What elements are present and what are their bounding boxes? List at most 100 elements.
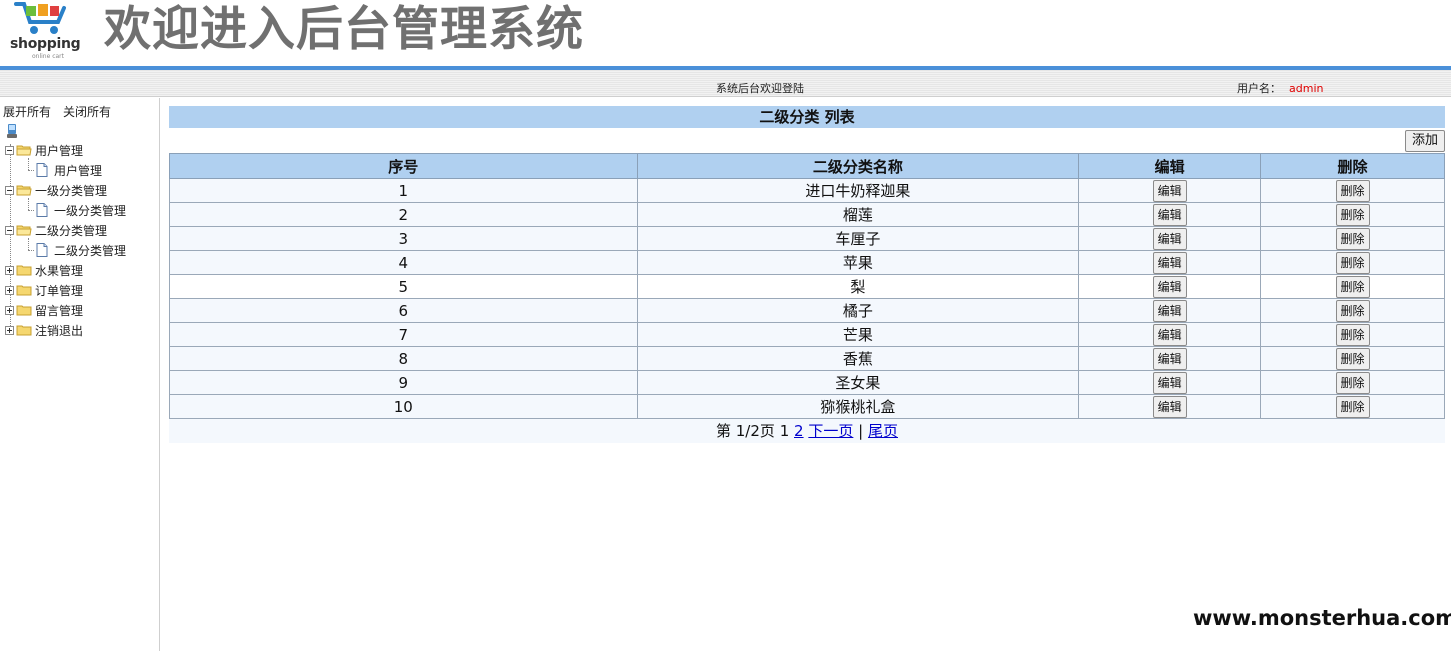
- sidebar-tree: 展开所有关闭所有 用户管理 用户管理 一级分类管理 一级分类管理 二级分类管理: [0, 98, 160, 651]
- expand-toggle-icon[interactable]: [5, 305, 14, 315]
- cell-edit: 编辑: [1078, 322, 1262, 347]
- cell-name: 苹果: [636, 250, 1080, 275]
- table-row: 10 猕猴桃礼盒 编辑 删除: [169, 394, 1445, 419]
- cell-name: 圣女果: [636, 370, 1080, 395]
- edit-button[interactable]: 编辑: [1152, 347, 1187, 370]
- cell-delete: 删除: [1260, 274, 1445, 299]
- collapse-toggle-icon[interactable]: [5, 185, 14, 195]
- table-row: 6 橘子 编辑 删除: [169, 298, 1445, 323]
- cell-delete: 删除: [1260, 250, 1445, 275]
- collapse-all-link[interactable]: 关闭所有: [63, 105, 111, 119]
- folder-icon: [16, 325, 32, 336]
- expand-toggle-icon[interactable]: [5, 285, 14, 295]
- sidebar-subitem-category-l1[interactable]: 一级分类管理: [28, 201, 126, 219]
- page-info: 第 1/2页: [715, 422, 775, 440]
- sidebar-subitem-category-l2[interactable]: 二级分类管理: [28, 241, 126, 259]
- cell-delete: 删除: [1260, 346, 1445, 371]
- folder-open-icon: [16, 185, 32, 196]
- delete-button[interactable]: 删除: [1335, 203, 1370, 226]
- cell-id: 7: [169, 322, 638, 347]
- table-row: 8 香蕉 编辑 删除: [169, 346, 1445, 371]
- cell-id: 2: [169, 202, 638, 227]
- folder-icon: [16, 265, 32, 276]
- sidebar-subitem-label: 用户管理: [54, 163, 103, 178]
- table-row: 2 榴莲 编辑 删除: [169, 202, 1445, 227]
- edit-button[interactable]: 编辑: [1152, 275, 1187, 298]
- edit-button[interactable]: 编辑: [1152, 251, 1187, 274]
- sidebar-item-logout[interactable]: 注销退出: [5, 321, 83, 339]
- edit-button[interactable]: 编辑: [1152, 179, 1187, 202]
- page-icon: [36, 163, 48, 177]
- delete-button[interactable]: 删除: [1335, 179, 1370, 202]
- next-page-link[interactable]: 下一页: [808, 422, 853, 440]
- cell-name: 榴莲: [636, 202, 1080, 227]
- delete-button[interactable]: 删除: [1335, 395, 1370, 418]
- shopping-cart-icon: [14, 1, 66, 34]
- cell-edit: 编辑: [1078, 298, 1262, 323]
- cell-id: 4: [169, 250, 638, 275]
- cell-name: 香蕉: [636, 346, 1080, 371]
- table-row: 5 梨 编辑 删除: [169, 274, 1445, 299]
- edit-button[interactable]: 编辑: [1152, 323, 1187, 346]
- edit-button[interactable]: 编辑: [1152, 395, 1187, 418]
- collapse-toggle-icon[interactable]: [5, 145, 14, 155]
- sidebar-item-category-l1[interactable]: 一级分类管理: [5, 181, 107, 199]
- sidebar-item-user-management[interactable]: 用户管理: [5, 141, 83, 159]
- delete-button[interactable]: 删除: [1335, 251, 1370, 274]
- delete-button[interactable]: 删除: [1335, 323, 1370, 346]
- collapse-toggle-icon[interactable]: [5, 225, 14, 235]
- sidebar-subitem-user-management[interactable]: 用户管理: [28, 161, 102, 179]
- user-info: 用户名： admin: [1237, 80, 1323, 96]
- sidebar-item-orders[interactable]: 订单管理: [5, 281, 83, 299]
- delete-button[interactable]: 删除: [1335, 275, 1370, 298]
- sidebar-item-category-l2[interactable]: 二级分类管理: [5, 221, 107, 239]
- expand-all-link[interactable]: 展开所有: [3, 105, 51, 119]
- cell-id: 3: [169, 226, 638, 251]
- cell-edit: 编辑: [1078, 346, 1262, 371]
- cell-edit: 编辑: [1078, 370, 1262, 395]
- sidebar-item-fruit[interactable]: 水果管理: [5, 261, 83, 279]
- delete-button[interactable]: 删除: [1335, 299, 1370, 322]
- sidebar-item-label: 订单管理: [35, 283, 84, 298]
- last-page-link[interactable]: 尾页: [868, 422, 898, 440]
- table-row: 9 圣女果 编辑 删除: [169, 370, 1445, 395]
- cell-name: 梨: [636, 274, 1080, 299]
- cell-delete: 删除: [1260, 322, 1445, 347]
- main-content: 二级分类 列表 添加 序号 二级分类名称 编辑 删除 1 进口牛奶释迦果 编辑 删除 …: [169, 106, 1445, 443]
- expand-toggle-icon[interactable]: [5, 325, 14, 335]
- shopping-logo: shopping online cart: [6, 0, 81, 62]
- sidebar-item-messages[interactable]: 留言管理: [5, 301, 83, 319]
- cell-edit: 编辑: [1078, 226, 1262, 251]
- folder-icon: [16, 285, 32, 296]
- logo-text: shopping: [10, 36, 81, 52]
- user-label: 用户名：: [1237, 82, 1281, 95]
- sidebar-subitem-label: 二级分类管理: [54, 243, 127, 258]
- cell-delete: 删除: [1260, 298, 1445, 323]
- toolbar: 添加: [169, 128, 1445, 153]
- cell-id: 8: [169, 346, 638, 371]
- delete-button[interactable]: 删除: [1335, 371, 1370, 394]
- sidebar-item-label: 留言管理: [35, 303, 84, 318]
- delete-button[interactable]: 删除: [1335, 227, 1370, 250]
- pagination: 第 1/2页 1 2 下一页 | 尾页: [169, 419, 1445, 443]
- folder-icon: [16, 305, 32, 316]
- edit-button[interactable]: 编辑: [1152, 371, 1187, 394]
- cell-edit: 编辑: [1078, 250, 1262, 275]
- page-2-link[interactable]: 2: [794, 422, 804, 440]
- tree-line: [28, 209, 34, 211]
- cell-id: 9: [169, 370, 638, 395]
- cell-name: 车厘子: [636, 226, 1080, 251]
- delete-button[interactable]: 删除: [1335, 347, 1370, 370]
- table-row: 4 苹果 编辑 删除: [169, 250, 1445, 275]
- edit-button[interactable]: 编辑: [1152, 227, 1187, 250]
- edit-button[interactable]: 编辑: [1152, 299, 1187, 322]
- tree-line: [28, 169, 34, 171]
- cell-id: 5: [169, 274, 638, 299]
- edit-button[interactable]: 编辑: [1152, 203, 1187, 226]
- list-title: 二级分类 列表: [169, 106, 1445, 128]
- add-button[interactable]: 添加: [1404, 130, 1445, 152]
- expand-toggle-icon[interactable]: [5, 265, 14, 275]
- cell-id: 6: [169, 298, 638, 323]
- computer-icon: [7, 124, 17, 138]
- column-header-name: 二级分类名称: [636, 153, 1080, 179]
